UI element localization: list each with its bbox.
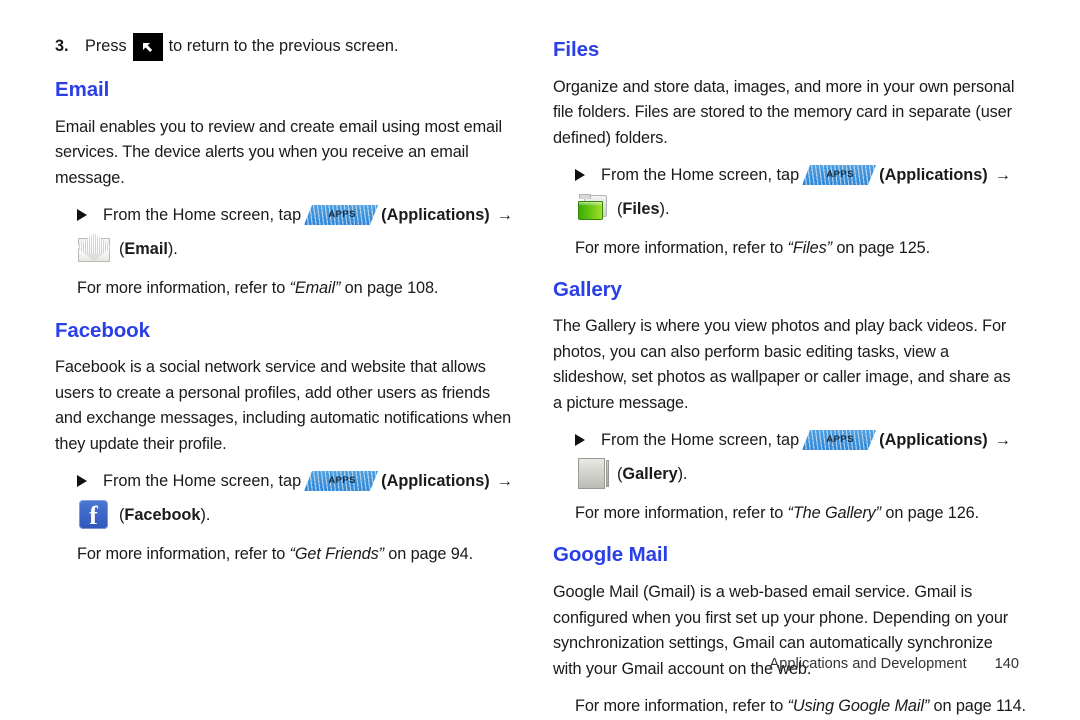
facebook-icon-letter: f (89, 501, 98, 531)
apps-icon-label: APPS (826, 434, 854, 446)
reference-title: “Get Friends” (289, 545, 384, 564)
apps-icon[interactable]: APPS (802, 430, 877, 451)
reference-prefix: For more information, refer to (575, 697, 784, 716)
bullet-line-primary: From the Home screen, tap APPS (Applicat… (103, 466, 535, 496)
apps-icon-label: APPS (328, 475, 356, 487)
facebook-icon[interactable]: f (77, 498, 111, 532)
files-icon-tab (579, 194, 591, 200)
reference-title: “Using Google Mail” (787, 697, 930, 716)
bullet-email: From the Home screen, tap APPS (Applicat… (55, 200, 535, 266)
bullet-line-primary: From the Home screen, tap APPS (Applicat… (601, 160, 1033, 190)
page-footer: Applications and Development 140 (0, 656, 1080, 672)
app-paren-close: ). (167, 240, 178, 259)
reference-google-mail: For more information, refer to “Using Go… (575, 694, 1033, 720)
section-body-facebook: Facebook is a social network service and… (55, 358, 512, 453)
bullet-lead-text: From the Home screen, tap (103, 472, 302, 491)
section-heading-files: Files (553, 38, 600, 61)
step-number: 3. (55, 37, 69, 56)
bullet-triangle-icon (575, 434, 585, 447)
reference-prefix: For more information, refer to (575, 504, 784, 523)
arrow-glyph: → (496, 206, 513, 225)
files-icon-front-folder (578, 201, 603, 221)
footer-page-number: 140 (994, 656, 1019, 672)
section-heading-facebook: Facebook (55, 318, 150, 342)
reference-suffix: on page 125. (836, 239, 930, 258)
reference-prefix: For more information, refer to (575, 239, 784, 258)
gallery-icon-frame (578, 458, 605, 490)
reference-suffix: on page 126. (885, 504, 980, 523)
bullet-lead-text: From the Home screen, tap (601, 431, 800, 450)
apps-icon-label: APPS (328, 209, 356, 221)
reference-suffix: on page 108. (344, 279, 439, 298)
arrow-glyph: → (994, 431, 1011, 450)
reference-gallery: For more information, refer to “The Gall… (575, 501, 1033, 527)
bullet-line-secondary: (Gallery). (575, 457, 1033, 491)
applications-label: (Applications) (879, 166, 988, 185)
section-heading-email: Email (55, 78, 110, 101)
back-key-icon[interactable] (132, 33, 163, 61)
reference-suffix: on page 114. (933, 697, 1027, 716)
bullet-files: From the Home screen, tap APPS (Applicat… (553, 160, 1033, 226)
bullet-line-secondary: (Email). (77, 232, 535, 266)
section-heading-google-mail: Google Mail (553, 542, 669, 566)
gallery-icon[interactable] (575, 457, 609, 491)
bullet-facebook: From the Home screen, tap APPS (Applicat… (55, 466, 535, 532)
section-body-email: Email enables you to review and create e… (55, 117, 502, 187)
app-name-facebook: Facebook (124, 506, 201, 525)
bullet-line-secondary: f (Facebook). (77, 498, 535, 532)
reference-prefix: For more information, refer to (77, 545, 286, 564)
app-name-gallery: Gallery (622, 465, 678, 484)
applications-label: (Applications) (879, 431, 988, 450)
reference-title: “Email” (289, 279, 341, 298)
bullet-lead-text: From the Home screen, tap (601, 166, 800, 185)
bullet-triangle-icon (575, 169, 585, 182)
email-icon-flap (78, 233, 110, 254)
gallery-icon-edge (606, 460, 609, 488)
apps-icon-label: APPS (826, 169, 854, 181)
applications-label: (Applications) (381, 472, 490, 491)
apps-icon[interactable]: APPS (802, 165, 877, 186)
section-body-files: Organize and store data, images, and mor… (553, 77, 1015, 147)
app-paren-close: ). (659, 200, 670, 219)
footer-chapter-title: Applications and Development (769, 656, 967, 672)
reference-files: For more information, refer to “Files” o… (575, 236, 1033, 262)
apps-icon[interactable]: APPS (304, 205, 379, 226)
applications-label: (Applications) (381, 206, 490, 225)
email-icon[interactable] (77, 232, 111, 266)
step-text-after: to return to the previous screen. (168, 37, 399, 56)
step-text-before: Press (85, 37, 127, 56)
bullet-triangle-icon (77, 209, 87, 222)
manual-page: 3. Press to return to the previous scree… (0, 0, 1080, 720)
app-paren-close: ). (200, 506, 211, 525)
bullet-line-primary: From the Home screen, tap APPS (Applicat… (103, 200, 535, 230)
arrow-glyph: → (496, 472, 513, 491)
bullet-triangle-icon (77, 475, 87, 488)
reference-title: “Files” (787, 239, 833, 258)
reference-email: For more information, refer to “Email” o… (77, 276, 535, 302)
app-paren-close: ). (677, 465, 688, 484)
left-column: 3. Press to return to the previous scree… (55, 0, 535, 568)
bullet-line-primary: From the Home screen, tap APPS (Applicat… (601, 425, 1033, 455)
facebook-icon-square: f (79, 500, 108, 531)
right-column: Files Organize and store data, images, a… (553, 0, 1033, 720)
bullet-line-secondary: (Files). (575, 192, 1033, 226)
files-folder-icon[interactable] (575, 192, 609, 226)
reference-prefix: For more information, refer to (77, 279, 286, 298)
reference-facebook: For more information, refer to “Get Frie… (77, 542, 535, 568)
app-name-files: Files (622, 200, 660, 219)
reference-title: “The Gallery” (787, 504, 882, 523)
bullet-lead-text: From the Home screen, tap (103, 206, 302, 225)
section-heading-gallery: Gallery (553, 277, 622, 301)
section-body-gallery: The Gallery is where you view photos and… (553, 317, 1011, 412)
arrow-glyph: → (994, 166, 1011, 185)
app-name-email: Email (124, 240, 168, 259)
reference-suffix: on page 94. (388, 545, 473, 564)
bullet-gallery: From the Home screen, tap APPS (Applicat… (553, 425, 1033, 491)
apps-icon[interactable]: APPS (304, 471, 379, 492)
numbered-step-3: 3. Press to return to the previous scree… (55, 33, 535, 61)
